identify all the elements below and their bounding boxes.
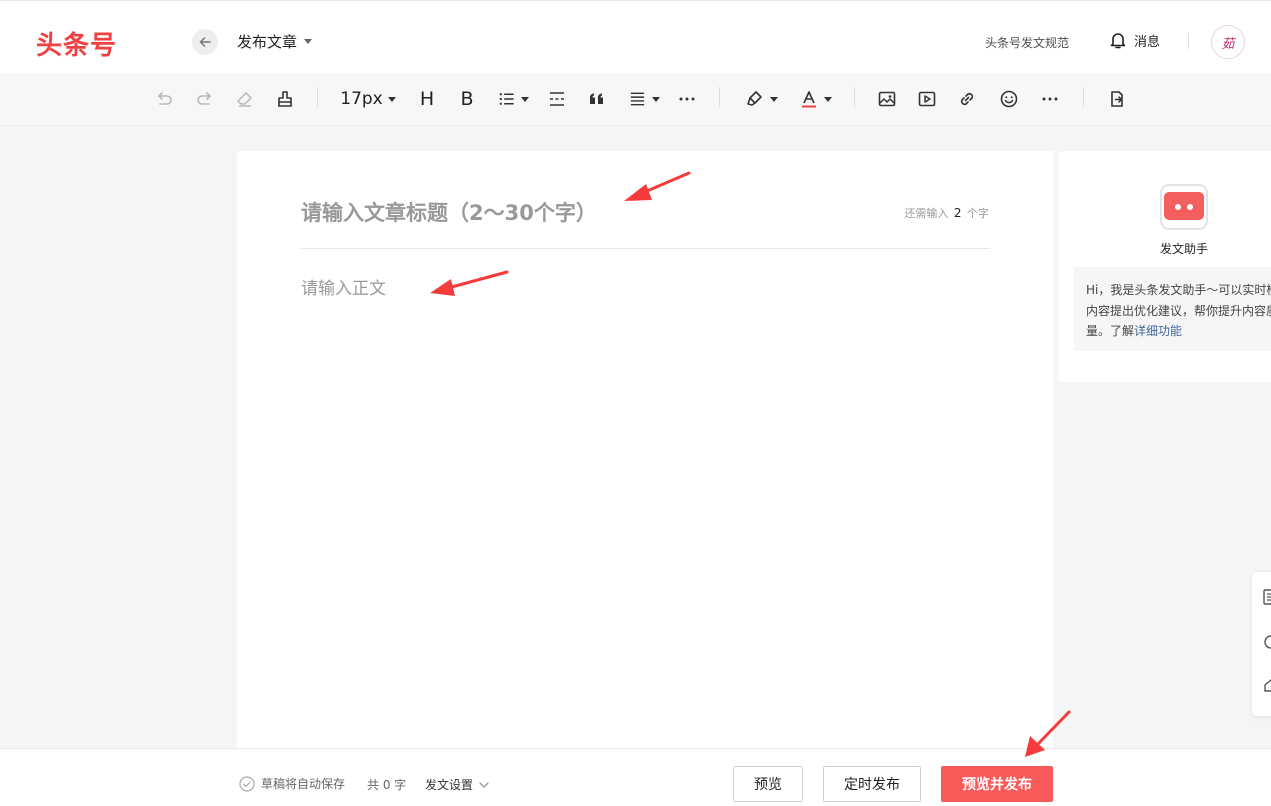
- page-title: 发布文章: [237, 31, 297, 52]
- side-tool-2[interactable]: [1262, 634, 1271, 652]
- toolbar-separator: [317, 87, 318, 107]
- quote-icon: [587, 89, 607, 109]
- bell-icon: [1108, 30, 1128, 50]
- title-char-counter: 还需输入 2 个字: [904, 205, 989, 221]
- list-icon: [497, 89, 516, 109]
- insert-video-button[interactable]: [916, 86, 938, 112]
- undo-button[interactable]: [153, 86, 175, 112]
- article-body-input[interactable]: 请输入正文: [301, 274, 989, 714]
- font-size-select[interactable]: 17px: [337, 86, 399, 112]
- preview-button[interactable]: 预览: [733, 766, 803, 802]
- publishing-assistant-panel: 发文助手 Hi，我是头条发文助手～可以实时检测内容提出优化建议，帮你提升内容质量…: [1059, 151, 1271, 382]
- assistant-details-link[interactable]: 详细功能: [1134, 324, 1182, 338]
- article-editor: 请输入文章标题（2～30个字） 还需输入 2 个字 请输入正文: [237, 151, 1053, 748]
- heading-label: H: [420, 88, 434, 110]
- divider-button[interactable]: [546, 86, 568, 112]
- messages-label: 消息: [1134, 31, 1160, 50]
- heading-button[interactable]: H: [416, 86, 438, 112]
- bold-label: B: [460, 88, 473, 110]
- caret-down-icon: [388, 97, 396, 102]
- counter-prefix: 还需输入: [904, 207, 948, 220]
- font-size-value: 17px: [340, 89, 382, 109]
- chevron-down-icon: [478, 779, 490, 791]
- assistant-intro: Hi，我是头条发文助手～可以实时检测内容提出优化建议，帮你提升内容质量。了解详细…: [1074, 267, 1271, 351]
- side-tool-bar: [1252, 572, 1271, 716]
- font-color-icon: [799, 89, 819, 109]
- home-icon: [1262, 676, 1271, 694]
- emoji-icon: [999, 89, 1019, 109]
- import-doc-icon: [1107, 89, 1127, 109]
- editor-toolbar: 17px H B: [0, 73, 1271, 126]
- redo-icon: [195, 89, 215, 109]
- assistant-robot-icon: [1160, 184, 1208, 230]
- highlight-button[interactable]: [744, 86, 778, 112]
- side-tool-1[interactable]: [1262, 588, 1271, 606]
- caret-down-icon: [304, 39, 312, 44]
- caret-down-icon: [521, 97, 529, 102]
- arrow-left-icon: [198, 35, 212, 49]
- caret-down-icon: [770, 97, 778, 102]
- caret-down-icon: [824, 97, 832, 102]
- more-icon: [1040, 89, 1060, 109]
- caret-down-icon: [652, 97, 660, 102]
- page-title-dropdown[interactable]: 发布文章: [237, 31, 312, 52]
- assistant-name: 发文助手: [1059, 240, 1271, 257]
- image-icon: [877, 89, 897, 109]
- divider-icon: [547, 89, 567, 109]
- word-count: 共 0 字: [367, 776, 406, 793]
- quote-button[interactable]: [586, 86, 608, 112]
- title-divider: [301, 248, 989, 249]
- header-divider: [1188, 33, 1189, 49]
- list-button[interactable]: [497, 86, 529, 112]
- back-button[interactable]: [192, 29, 218, 55]
- article-title-input[interactable]: 请输入文章标题（2～30个字）: [301, 197, 861, 227]
- highlight-icon: [745, 89, 765, 109]
- align-icon: [628, 89, 647, 109]
- undo-icon: [154, 89, 174, 109]
- document-icon: [1262, 588, 1271, 606]
- counter-value: 2: [954, 206, 962, 220]
- redo-button[interactable]: [194, 86, 216, 112]
- publish-settings-dropdown[interactable]: 发文设置: [425, 776, 490, 793]
- video-icon: [917, 89, 937, 109]
- autosave-label: 草稿将自动保存: [261, 775, 345, 792]
- toolbar-separator: [719, 87, 720, 107]
- schedule-publish-button[interactable]: 定时发布: [823, 766, 921, 802]
- link-icon: [957, 89, 977, 109]
- publishing-rules-link[interactable]: 头条号发文规范: [985, 34, 1069, 51]
- more-insert-button[interactable]: [1039, 86, 1061, 112]
- insert-image-button[interactable]: [876, 86, 898, 112]
- bottom-action-bar: 草稿将自动保存 共 0 字 发文设置 预览 定时发布 预览并发布: [0, 748, 1271, 806]
- top-header: 头条号 发布文章 头条号发文规范 消息 茹: [0, 0, 1271, 73]
- toolbar-separator: [854, 87, 855, 107]
- side-tool-3[interactable]: [1262, 676, 1271, 694]
- chat-icon: [1262, 634, 1271, 652]
- font-color-button[interactable]: [798, 86, 832, 112]
- insert-emoji-button[interactable]: [998, 86, 1020, 112]
- more-icon: [677, 89, 697, 109]
- toutiaohao-logo[interactable]: 头条号: [36, 25, 117, 62]
- eraser-icon: [235, 89, 255, 109]
- messages-button[interactable]: 消息: [1108, 30, 1160, 50]
- format-painter-button[interactable]: [274, 86, 296, 112]
- bold-button[interactable]: B: [456, 86, 478, 112]
- import-document-button[interactable]: [1106, 86, 1128, 112]
- counter-suffix: 个字: [967, 207, 989, 220]
- more-format-button[interactable]: [676, 86, 698, 112]
- user-avatar[interactable]: 茹: [1211, 25, 1245, 59]
- toolbar-separator: [1083, 87, 1084, 107]
- align-button[interactable]: [628, 86, 660, 112]
- publish-settings-label: 发文设置: [425, 776, 473, 793]
- format-painter-icon: [275, 89, 295, 109]
- preview-and-publish-button[interactable]: 预览并发布: [941, 766, 1053, 802]
- check-circle-icon: [239, 776, 255, 792]
- autosave-status: 草稿将自动保存: [239, 775, 345, 792]
- avatar-text: 茹: [1221, 33, 1234, 52]
- insert-link-button[interactable]: [956, 86, 978, 112]
- clear-format-button[interactable]: [234, 86, 256, 112]
